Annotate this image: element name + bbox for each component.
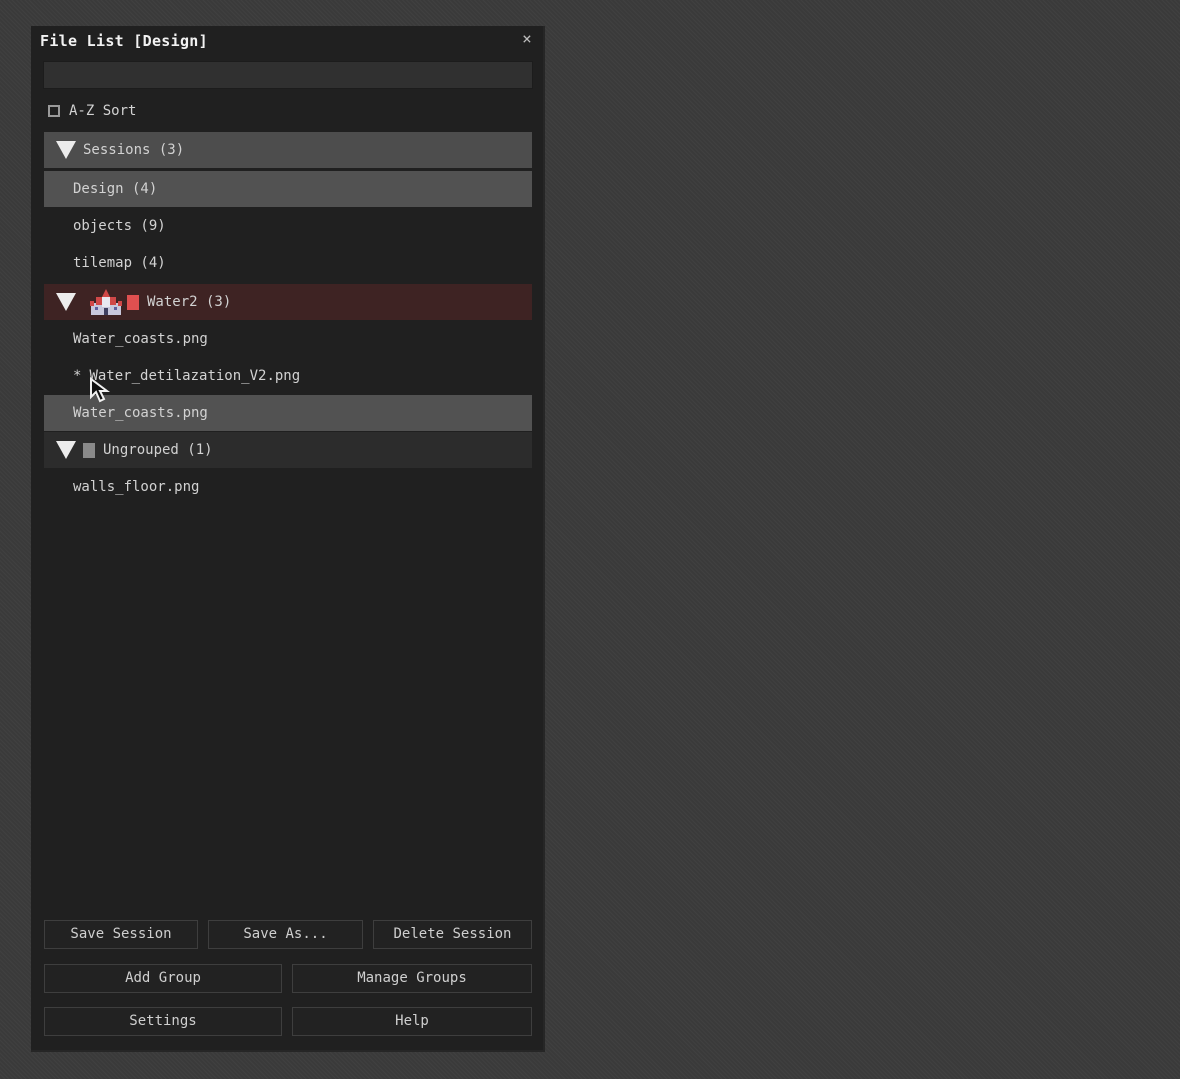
file-item-selected[interactable]: Water_coasts.png	[44, 395, 532, 431]
save-as-button[interactable]: Save As...	[208, 920, 363, 949]
castle-icon	[90, 289, 122, 315]
search-input[interactable]	[43, 61, 533, 89]
file-item[interactable]: walls_floor.png	[44, 469, 532, 505]
group-header-ungrouped[interactable]: Ungrouped (1)	[44, 432, 532, 468]
az-sort-checkbox[interactable]	[48, 105, 60, 117]
file-item-label: walls_floor.png	[73, 479, 200, 495]
file-list-panel: File List [Design] × A-Z Sort Sessions (…	[31, 26, 545, 1052]
panel-title: File List [Design]	[40, 32, 208, 50]
add-group-button[interactable]: Add Group	[44, 964, 282, 993]
group-header-label: Water2 (3)	[147, 294, 232, 310]
session-item-label: tilemap (4)	[73, 255, 166, 271]
expand-triangle-icon[interactable]	[56, 441, 76, 459]
close-icon[interactable]: ×	[519, 30, 535, 48]
group-color-swatch	[83, 442, 95, 458]
session-item-label: Design (4)	[73, 181, 158, 197]
group-color-swatch	[127, 294, 139, 310]
session-item-tilemap[interactable]: tilemap (4)	[44, 245, 532, 281]
group-header-label: Ungrouped (1)	[103, 442, 213, 458]
expand-triangle-icon[interactable]	[56, 293, 76, 311]
help-button[interactable]: Help	[292, 1007, 532, 1036]
group-header-water2[interactable]: Water2 (3)	[44, 284, 532, 320]
session-item-design[interactable]: Design (4)	[44, 171, 532, 207]
file-item-label: Water_detilazation_V2.png	[89, 368, 301, 384]
session-item-label: objects (9)	[73, 218, 166, 234]
az-sort-toggle[interactable]: A-Z Sort	[48, 102, 136, 120]
unsaved-marker: *	[73, 368, 82, 384]
sessions-header-label: Sessions (3)	[83, 142, 185, 158]
delete-session-button[interactable]: Delete Session	[373, 920, 532, 949]
file-item-label: Water_coasts.png	[73, 405, 208, 421]
file-item-label: Water_coasts.png	[73, 331, 208, 347]
mouse-pointer-icon	[90, 377, 110, 403]
file-item[interactable]: Water_coasts.png	[44, 321, 532, 357]
expand-triangle-icon[interactable]	[56, 141, 76, 159]
session-item-objects[interactable]: objects (9)	[44, 208, 532, 244]
settings-button[interactable]: Settings	[44, 1007, 282, 1036]
save-session-button[interactable]: Save Session	[44, 920, 198, 949]
az-sort-label: A-Z Sort	[69, 103, 137, 119]
manage-groups-button[interactable]: Manage Groups	[292, 964, 532, 993]
sessions-header[interactable]: Sessions (3)	[44, 132, 532, 168]
file-item[interactable]: * Water_detilazation_V2.png	[44, 358, 532, 394]
